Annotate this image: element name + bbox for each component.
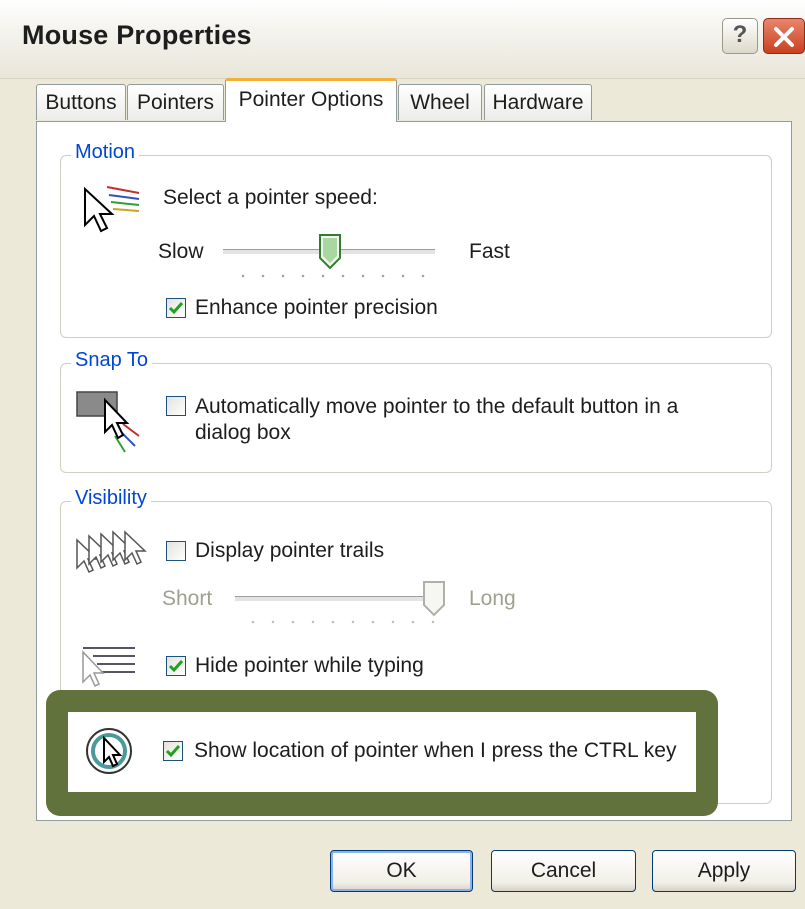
help-button[interactable]: ?: [722, 18, 758, 54]
checkmark-icon: [165, 745, 181, 758]
tab-pointer-options[interactable]: Pointer Options: [225, 78, 397, 122]
snap-to-icon: [76, 391, 140, 453]
window-title: Mouse Properties: [22, 20, 252, 50]
show-location-checkbox[interactable]: [163, 741, 183, 761]
hide-pointer-label: Hide pointer while typing: [195, 654, 424, 677]
pointer-trails-checkbox[interactable]: [166, 541, 186, 561]
tab-hardware[interactable]: Hardware: [484, 84, 592, 120]
trail-slider-track[interactable]: [235, 596, 435, 602]
highlight-frame: Show location of pointer when I press th…: [46, 690, 718, 816]
hide-pointer-icon: [82, 647, 135, 688]
motion-group: Motion Select a pointer speed: Slow Fast…: [60, 141, 772, 338]
snap-to-legend: Snap To: [71, 349, 153, 372]
checkmark-icon: [168, 302, 184, 315]
snap-to-default-checkbox[interactable]: [166, 396, 186, 416]
close-icon: [774, 27, 794, 47]
help-icon: ?: [732, 21, 748, 48]
snap-to-label-line2: dialog box: [195, 421, 291, 444]
fast-label: Fast: [469, 240, 510, 263]
enhance-precision-checkbox[interactable]: [166, 298, 186, 318]
title-bar[interactable]: Mouse Properties ?: [0, 0, 805, 79]
hide-pointer-checkbox[interactable]: [166, 656, 186, 676]
trail-slider-thumb[interactable]: [423, 581, 445, 617]
tab-wheel[interactable]: Wheel: [398, 84, 482, 120]
tab-pointers[interactable]: Pointers: [127, 84, 224, 120]
show-location-icon: [86, 728, 132, 774]
snap-to-group: Snap To Automatically move pointer to th…: [60, 349, 772, 473]
speed-slider-ticks: [233, 273, 428, 279]
pointer-trails-label: Display pointer trails: [195, 539, 385, 562]
trail-slider-ticks: [243, 619, 438, 625]
pointer-speed-icon: [84, 186, 140, 233]
pointer-trails-icon: [76, 530, 147, 574]
enhance-precision-label: Enhance pointer precision: [195, 296, 438, 319]
short-label: Short: [162, 587, 213, 610]
visibility-legend: Visibility: [71, 487, 151, 510]
motion-legend: Motion: [71, 141, 140, 164]
slow-label: Slow: [158, 240, 204, 263]
show-location-label: Show location of pointer when I press th…: [194, 739, 677, 762]
snap-to-label: Automatically move pointer to the defaul…: [195, 394, 678, 446]
tab-buttons[interactable]: Buttons: [36, 84, 126, 120]
speed-slider-thumb[interactable]: [319, 234, 341, 270]
apply-button[interactable]: Apply: [652, 850, 796, 892]
cancel-button[interactable]: Cancel: [491, 850, 636, 892]
checkmark-icon: [168, 660, 184, 673]
long-label: Long: [469, 587, 516, 610]
speed-label: Select a pointer speed:: [163, 186, 378, 209]
ok-button[interactable]: OK: [330, 850, 473, 892]
mouse-properties-window: Mouse Properties ? Buttons Pointers Poin…: [0, 0, 805, 909]
close-button[interactable]: [763, 18, 805, 54]
show-location-row: Show location of pointer when I press th…: [68, 712, 696, 792]
snap-to-label-line1: Automatically move pointer to the defaul…: [195, 395, 679, 418]
